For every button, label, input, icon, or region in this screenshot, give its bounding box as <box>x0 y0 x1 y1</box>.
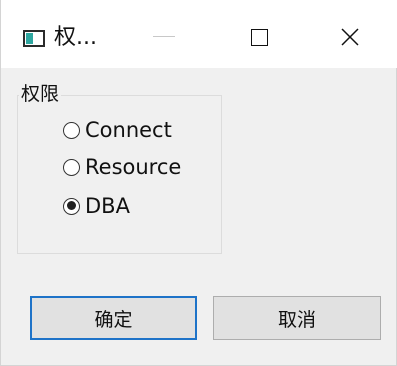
radio-dba[interactable]: DBA <box>63 192 130 220</box>
window-title: 权... <box>54 25 97 50</box>
radio-connect-button[interactable] <box>63 121 80 139</box>
radio-resource[interactable]: Resource <box>63 153 181 181</box>
maximize-icon[interactable] <box>251 29 268 46</box>
dialog-window: 权... 权限 Connect Resource DBA 确定 取消 <box>0 0 397 366</box>
app-icon-accent <box>26 33 33 44</box>
app-icon <box>23 30 45 47</box>
radio-connect-label[interactable]: Connect <box>85 116 172 144</box>
radio-resource-button[interactable] <box>63 158 80 176</box>
cancel-button[interactable]: 取消 <box>213 296 381 340</box>
radio-resource-label[interactable]: Resource <box>85 153 181 181</box>
ok-button[interactable]: 确定 <box>30 296 197 340</box>
title-bar[interactable]: 权... <box>1 0 397 68</box>
radio-dba-label[interactable]: DBA <box>85 192 130 220</box>
minimize-icon <box>153 36 175 37</box>
radio-connect[interactable]: Connect <box>63 116 172 144</box>
close-icon[interactable] <box>339 26 361 48</box>
radio-dba-button[interactable] <box>63 197 80 215</box>
permissions-group-label: 权限 <box>19 83 62 105</box>
